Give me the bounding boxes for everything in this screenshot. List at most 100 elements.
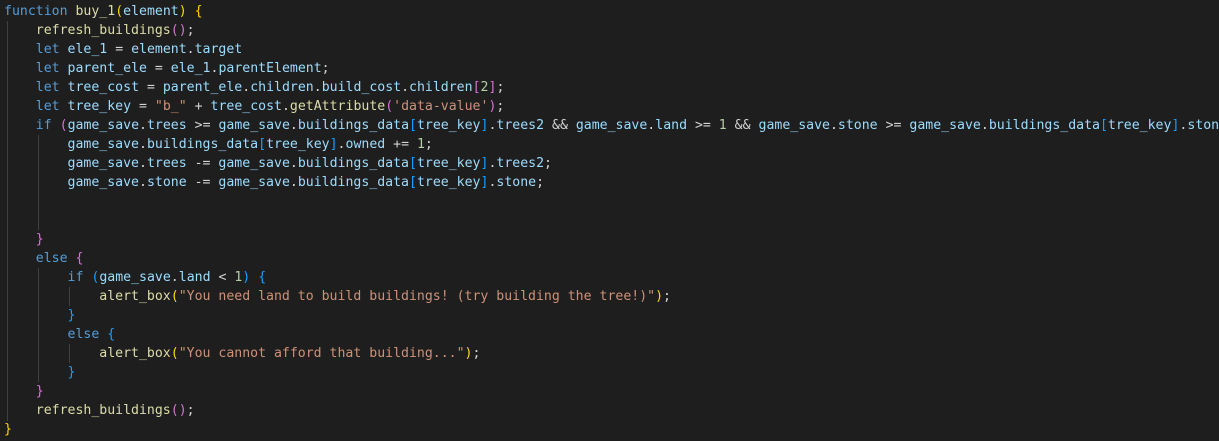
code-token: game_save [909, 118, 981, 133]
code-token: . [186, 42, 195, 57]
code-token: . [313, 80, 322, 95]
code-token: [ [472, 80, 481, 95]
code-line-10[interactable]: game_save.stone -= game_save.buildings_d… [4, 173, 545, 192]
code-token: { [75, 251, 84, 266]
code-line-22[interactable]: refresh_buildings(); [4, 401, 195, 420]
code-token: tree_key [416, 118, 481, 133]
code-token: ; [424, 137, 433, 152]
code-token: game_save [99, 270, 171, 285]
code-token: >= [186, 118, 219, 133]
code-line-3[interactable]: let ele_1 = element.target [4, 40, 242, 59]
code-line-9[interactable]: game_save.trees -= game_save.buildings_d… [4, 154, 552, 173]
code-line-8[interactable]: game_save.buildings_data[tree_key].owned… [4, 135, 433, 154]
code-token: game_save [218, 118, 290, 133]
code-token: children [409, 80, 473, 95]
code-token: land [655, 118, 688, 133]
code-token: ; [186, 403, 195, 418]
code-token: += [385, 137, 417, 152]
code-token: stone [837, 118, 878, 133]
code-token: let [35, 80, 60, 95]
code-token: buy_1 [75, 4, 116, 19]
code-token: . [401, 80, 410, 95]
code-token: . [289, 118, 298, 133]
code-line-2[interactable]: refresh_buildings(); [4, 21, 195, 40]
code-token: game_save [218, 175, 290, 190]
code-token: -= [186, 156, 219, 171]
code-token: ele_1 [67, 42, 108, 57]
code-token: function [4, 4, 68, 19]
code-token: [ [1099, 118, 1108, 133]
code-line-19[interactable]: alert_box("You cannot afford that buildi… [4, 344, 480, 363]
code-line-21[interactable]: } [4, 382, 44, 401]
code-line-23[interactable]: } [4, 420, 12, 439]
code-token: build_cost [321, 80, 402, 95]
code-line-14[interactable]: else { [4, 249, 84, 268]
code-token: ( [170, 346, 179, 361]
code-token: tree_cost [210, 99, 282, 114]
code-token: let [35, 61, 60, 76]
code-token: . [139, 156, 147, 171]
code-token: "You need land to build buildings! (try … [178, 289, 656, 304]
code-token: && [544, 118, 576, 133]
code-token: buildings_data [146, 137, 259, 152]
code-line-5[interactable]: let tree_cost = parent_ele.children.buil… [4, 78, 505, 97]
code-token: tree_key [416, 156, 481, 171]
code-token: let [35, 99, 60, 114]
code-line-1[interactable]: function buy_1(element) { [4, 2, 203, 21]
code-token: element [123, 4, 179, 19]
code-token: = [131, 99, 155, 114]
code-line-18[interactable]: else { [4, 325, 116, 344]
code-token: >= [687, 118, 719, 133]
code-line-4[interactable]: let parent_ele = ele_1.parentElement; [4, 59, 330, 78]
code-editor[interactable]: function buy_1(element) { refresh_buildi… [0, 0, 1219, 441]
code-line-6[interactable]: let tree_key = "b_" + tree_cost.getAttri… [4, 97, 505, 116]
code-token: [ [409, 175, 417, 190]
code-token: 1 [416, 137, 425, 152]
code-token: children [250, 80, 314, 95]
code-token: buildings_data [297, 156, 409, 171]
code-token: () [170, 403, 187, 418]
code-token: stone [496, 175, 537, 190]
code-token: } [4, 422, 12, 437]
code-token: { [194, 4, 203, 19]
code-token: game_save [218, 156, 290, 171]
code-line-7[interactable]: if (game_save.trees >= game_save.buildin… [4, 116, 1219, 135]
code-token: . [242, 80, 251, 95]
code-token: trees [146, 118, 187, 133]
code-token: buildings_data [297, 175, 409, 190]
code-token: parentElement [218, 61, 322, 76]
code-token: ( [385, 99, 394, 114]
code-token: } [35, 384, 44, 399]
code-token: . [337, 137, 346, 152]
code-token: . [980, 118, 989, 133]
code-token: alert_box [99, 346, 171, 361]
code-token: parent_ele [67, 61, 147, 76]
code-token: tree_key [67, 99, 132, 114]
code-token: && [726, 118, 759, 133]
code-token: getAttribute [289, 99, 386, 114]
code-token: parent_ele [162, 80, 243, 95]
code-line-13[interactable]: } [4, 230, 44, 249]
code-token: () [170, 23, 187, 38]
code-line-15[interactable]: if (game_save.land < 1) { [4, 268, 267, 287]
code-token: game_save [67, 175, 139, 190]
code-token: 1 [718, 118, 727, 133]
code-token: [ [409, 118, 417, 133]
code-token: . [289, 175, 298, 190]
code-line-17[interactable]: } [4, 306, 76, 325]
code-line-16[interactable]: alert_box("You need land to build buildi… [4, 287, 671, 306]
code-line-20[interactable]: } [4, 363, 76, 382]
code-token: game_save [67, 156, 139, 171]
code-token: tree_key [1107, 118, 1172, 133]
